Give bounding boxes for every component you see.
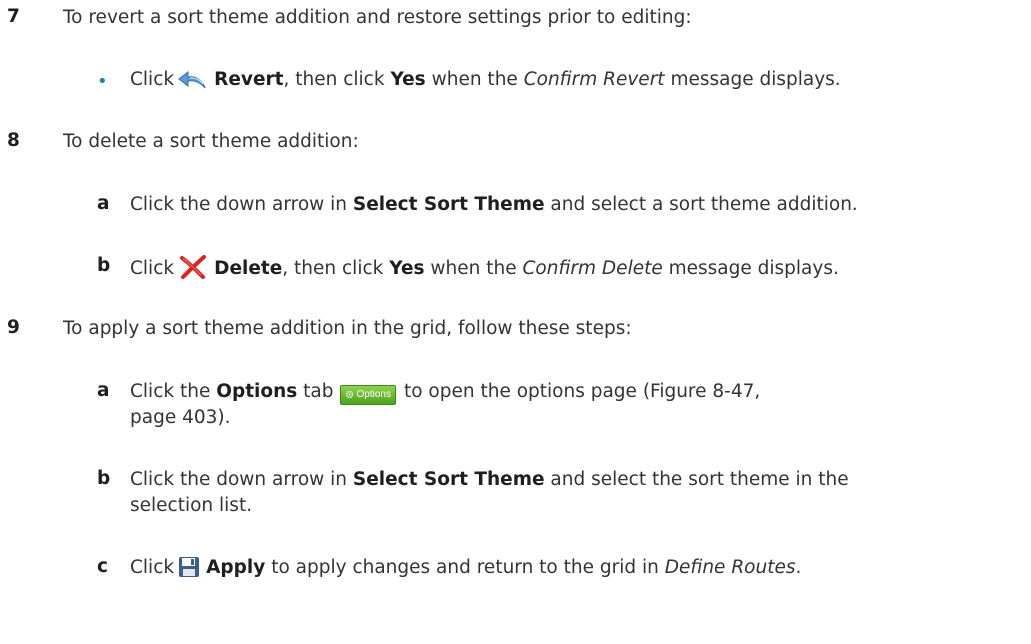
step-7-number: 7 [7, 6, 20, 27]
step-9a-pre: Click the [130, 381, 211, 402]
message-displays-text: message displays. [668, 258, 839, 279]
step-8a-letter: a [97, 193, 110, 214]
click-text: Click [130, 258, 175, 279]
step-9-number: 9 [7, 317, 20, 338]
step-9c-text: Click Apply to apply changes and return … [130, 556, 801, 585]
revert-arrow-icon [178, 70, 208, 97]
step-7-intro: To revert a sort theme addition and rest… [63, 7, 692, 28]
delete-button-label: Delete [214, 258, 283, 279]
when-the-text: when the [431, 69, 518, 90]
click-text: Click [130, 69, 175, 90]
step-9b-text-cont: selection list. [130, 495, 253, 516]
tab-word: tab [303, 381, 334, 402]
define-routes-name: Define Routes [664, 557, 796, 578]
step-9-intro: To apply a sort theme addition in the gr… [63, 318, 632, 339]
step-9a-letter: a [97, 380, 110, 401]
step-8a-post: and select a sort theme addition. [550, 194, 858, 215]
floppy-disk-save-icon [178, 556, 200, 585]
step-9b-text: Click the down arrow in Select Sort Them… [130, 468, 849, 492]
select-sort-theme-label: Select Sort Theme [352, 469, 545, 490]
step-9b-letter: b [97, 468, 111, 489]
step-9b-pre: Click the down arrow in [130, 469, 348, 490]
step-8a-text: Click the down arrow in Select Sort Them… [130, 193, 858, 217]
select-sort-theme-label: Select Sort Theme [352, 194, 545, 215]
then-click-text: , then click [282, 258, 384, 279]
period: . [795, 557, 802, 578]
step-9c-letter: c [97, 556, 108, 577]
then-click-text: , then click [283, 69, 385, 90]
when-the-text: when the [430, 258, 517, 279]
yes-label: Yes [389, 258, 425, 279]
step-9b-post: and select the sort theme in the [550, 469, 849, 490]
options-tab-name: Options [216, 381, 298, 402]
step-9a-post: to open the options page (Figure 8-47, [403, 381, 761, 402]
bullet-dot: • [97, 71, 108, 92]
click-text: Click [130, 557, 175, 578]
step-8-intro: To delete a sort theme addition: [63, 131, 359, 152]
message-displays-text: message displays. [670, 69, 841, 90]
options-tab-button: Options [339, 384, 396, 405]
confirm-revert-dialog-name: Confirm Revert [523, 69, 665, 90]
step-8b-text: Click Delete, then click Yes when the Co… [130, 255, 839, 286]
apply-button-label: Apply [206, 557, 266, 578]
step-9a-text-cont: page 403). [130, 407, 231, 428]
step-7-bullet: Click Revert, then click Yes when the Co… [130, 68, 841, 97]
step-9a-text: Click the Options tab Options to open th… [130, 380, 760, 405]
step-9c-post: to apply changes and return to the grid … [271, 557, 659, 578]
gear-icon [345, 390, 353, 399]
options-tab-label: Options [356, 388, 391, 400]
step-8-number: 8 [7, 130, 20, 151]
red-x-delete-icon [178, 255, 208, 286]
revert-button-label: Revert [214, 69, 284, 90]
step-8b-letter: b [97, 255, 111, 276]
yes-label: Yes [390, 69, 426, 90]
step-8a-pre: Click the down arrow in [130, 194, 348, 215]
confirm-delete-dialog-name: Confirm Delete [522, 258, 663, 279]
